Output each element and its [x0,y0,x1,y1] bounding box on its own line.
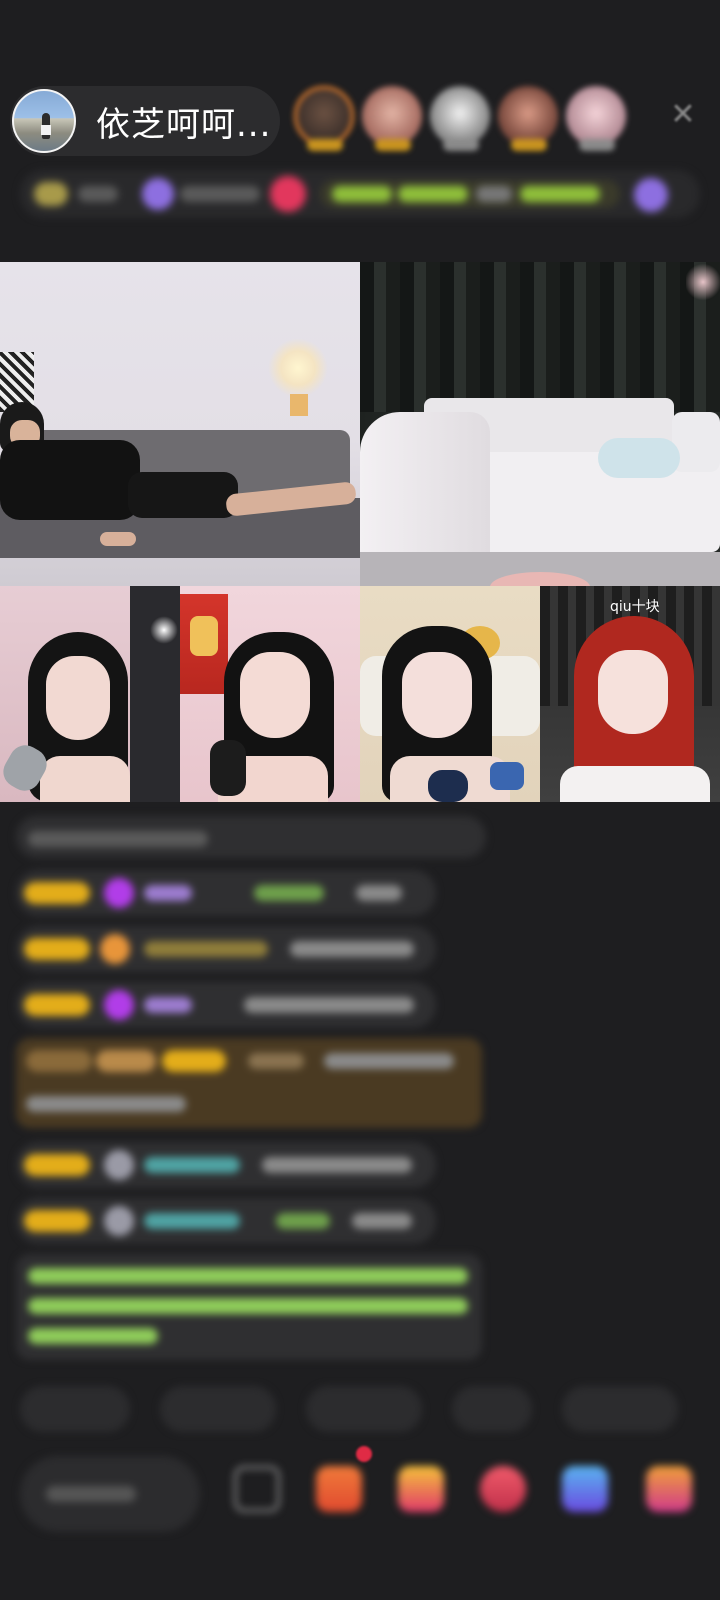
quick-chip[interactable] [562,1386,678,1432]
comment-item-highlight [16,1038,482,1128]
bottom-bar [0,1456,720,1536]
comment-item [16,870,436,916]
video-tile-3[interactable] [0,586,180,802]
host-avatar[interactable] [12,89,76,153]
close-icon[interactable]: ✕ [668,100,698,130]
comment-item [16,926,436,972]
heart-gift-icon[interactable] [480,1466,526,1512]
viewer-avatar-list[interactable] [294,86,626,151]
quick-chip[interactable] [452,1386,532,1432]
quick-chip[interactable] [20,1386,130,1432]
quick-chip[interactable] [306,1386,422,1432]
comment-input-placeholder [46,1486,136,1502]
comment-input[interactable] [20,1456,200,1532]
gift-icon[interactable] [646,1466,692,1512]
system-message [16,1254,482,1360]
video-tile-2[interactable] [360,262,720,586]
notification-dot [356,1446,372,1462]
video-tile-5[interactable] [360,586,540,802]
video-tile-1[interactable] [0,262,360,586]
gift-box-icon[interactable] [316,1466,362,1512]
viewer-avatar[interactable] [498,86,558,151]
avatar-figure-shirt [41,125,51,135]
gift-bag-icon[interactable] [398,1466,444,1512]
game-icon[interactable] [562,1466,608,1512]
video-grid: qiu十块 [0,262,720,802]
room-info-bar[interactable] [20,170,700,218]
viewer-avatar[interactable] [362,86,422,151]
video-tile-4[interactable] [180,586,360,802]
comment-item [16,816,486,858]
host-name: 依芝呵呵... [96,104,272,145]
viewer-avatar[interactable] [566,86,626,151]
comment-item [16,982,436,1028]
viewer-avatar[interactable] [294,86,354,151]
quick-chip[interactable] [160,1386,276,1432]
host-info[interactable]: 依芝呵呵... [10,86,280,156]
emoji-icon[interactable] [234,1466,280,1512]
comment-item [16,1142,436,1188]
video-tile-label: qiu十块 [610,599,660,615]
comment-item [16,1198,436,1244]
viewer-avatar[interactable] [430,86,490,151]
quick-chips[interactable] [20,1386,678,1432]
video-tile-6[interactable]: qiu十块 [540,586,720,802]
